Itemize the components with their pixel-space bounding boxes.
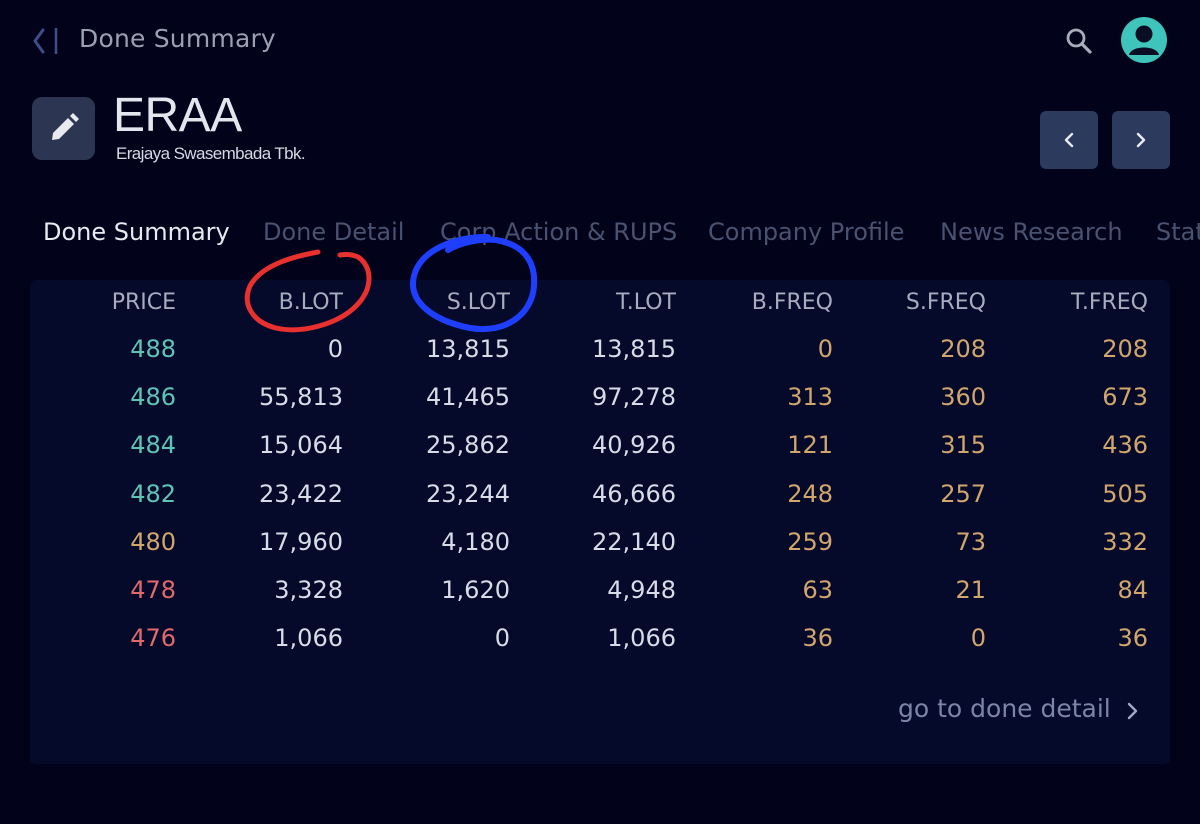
column-header-t-lot: T.LOT xyxy=(615,290,676,315)
cell-price[interactable]: 476 xyxy=(130,624,176,652)
cell-t-lot: 46,666 xyxy=(592,479,676,508)
page-title: Done Summary xyxy=(79,24,276,53)
cell-b-lot: 1,066 xyxy=(274,624,343,653)
pencil-icon xyxy=(52,113,79,140)
cell-b-freq: 121 xyxy=(787,431,833,460)
column-header-b-freq: B.FREQ xyxy=(751,290,833,315)
cell-s-lot: 0 xyxy=(494,624,510,653)
cell-s-freq: 208 xyxy=(940,335,986,363)
tab-company-profile[interactable]: Company Profile xyxy=(708,218,904,246)
back-button[interactable] xyxy=(30,26,70,56)
cell-price[interactable]: 488 xyxy=(130,335,176,363)
cell-price[interactable]: 484 xyxy=(130,431,176,459)
cell-t-freq: 84 xyxy=(1117,576,1148,604)
cell-s-lot: 1,620 xyxy=(441,576,510,604)
edit-watchlist-button[interactable] xyxy=(32,97,95,160)
tab-done-detail[interactable]: Done Detail xyxy=(263,218,404,246)
cell-price[interactable]: 480 xyxy=(130,528,176,556)
cell-s-lot: 13,815 xyxy=(426,335,510,363)
search-icon xyxy=(1066,28,1092,54)
cell-t-lot: 22,140 xyxy=(592,527,676,556)
cell-t-lot: 40,926 xyxy=(592,431,676,460)
cell-t-freq: 673 xyxy=(1102,383,1148,412)
top-bar: Done Summary xyxy=(0,0,1200,84)
cell-t-freq: 436 xyxy=(1102,431,1148,460)
cell-b-lot: 23,422 xyxy=(259,479,343,508)
cell-t-lot: 4,948 xyxy=(607,576,676,604)
cell-s-freq: 315 xyxy=(940,431,986,460)
chevron-left-icon xyxy=(33,28,58,54)
cell-t-freq: 208 xyxy=(1102,335,1148,363)
tab-corp-action-rups[interactable]: Corp Action & RUPS xyxy=(440,218,677,246)
user-avatar-icon xyxy=(1129,25,1159,55)
cell-s-lot: 25,862 xyxy=(426,431,510,460)
cell-t-freq: 36 xyxy=(1117,624,1148,653)
cell-t-lot: 1,066 xyxy=(607,624,676,653)
cell-b-freq: 313 xyxy=(787,383,833,412)
cell-t-freq: 332 xyxy=(1102,527,1148,556)
previous-stock-button[interactable] xyxy=(1040,111,1098,169)
cell-b-lot: 17,960 xyxy=(259,527,343,556)
stock-ticker: ERAA xyxy=(113,89,242,142)
chevron-left-icon xyxy=(1064,132,1074,148)
cell-price[interactable]: 482 xyxy=(130,480,176,508)
cell-t-lot: 13,815 xyxy=(592,335,676,363)
next-stock-button[interactable] xyxy=(1112,111,1170,169)
cell-b-freq: 248 xyxy=(787,479,833,508)
column-header-s-freq: S.FREQ xyxy=(905,290,986,315)
cell-s-freq: 21 xyxy=(955,576,986,604)
cell-s-lot: 41,465 xyxy=(426,383,510,412)
cell-s-freq: 73 xyxy=(955,527,986,556)
column-header-price: PRICE xyxy=(111,290,176,315)
chevron-right-icon[interactable] xyxy=(1124,700,1140,722)
cell-b-lot: 15,064 xyxy=(259,431,343,460)
cell-b-freq: 36 xyxy=(802,624,833,653)
cell-b-lot: 55,813 xyxy=(259,383,343,412)
cell-price[interactable]: 486 xyxy=(130,383,176,411)
column-header-t-freq: T.FREQ xyxy=(1071,290,1148,315)
cell-s-freq: 360 xyxy=(940,383,986,412)
cell-b-freq: 0 xyxy=(817,335,833,363)
chevron-right-icon xyxy=(1136,132,1146,148)
cell-b-lot: 0 xyxy=(327,335,343,363)
cell-b-freq: 259 xyxy=(787,527,833,556)
go-to-done-detail-link[interactable]: go to done detail xyxy=(898,694,1111,723)
company-name: Erajaya Swasembada Tbk. xyxy=(116,144,306,163)
cell-s-lot: 23,244 xyxy=(426,479,510,508)
cell-s-freq: 0 xyxy=(970,624,986,653)
cell-s-freq: 257 xyxy=(940,479,986,508)
tab-done-summary[interactable]: Done Summary xyxy=(43,218,230,246)
column-header-b-lot: B.LOT xyxy=(278,290,343,315)
cell-t-lot: 97,278 xyxy=(592,383,676,412)
cell-s-lot: 4,180 xyxy=(441,527,510,556)
tab-bar: Done Summary Done Detail Corp Action & R… xyxy=(0,218,1200,258)
user-avatar-button[interactable] xyxy=(1121,17,1167,63)
tab-stat[interactable]: Stat xyxy=(1156,218,1200,246)
cell-b-freq: 63 xyxy=(802,576,833,604)
cell-price[interactable]: 478 xyxy=(130,576,176,604)
column-header-s-lot: S.LOT xyxy=(446,290,510,315)
cell-t-freq: 505 xyxy=(1102,479,1148,508)
search-button[interactable] xyxy=(1064,26,1094,56)
tab-news-research[interactable]: News Research xyxy=(940,218,1123,246)
cell-b-lot: 3,328 xyxy=(274,576,343,604)
done-summary-screen: Done Summary ERAA Erajaya Swasembada Tbk… xyxy=(0,0,1200,824)
